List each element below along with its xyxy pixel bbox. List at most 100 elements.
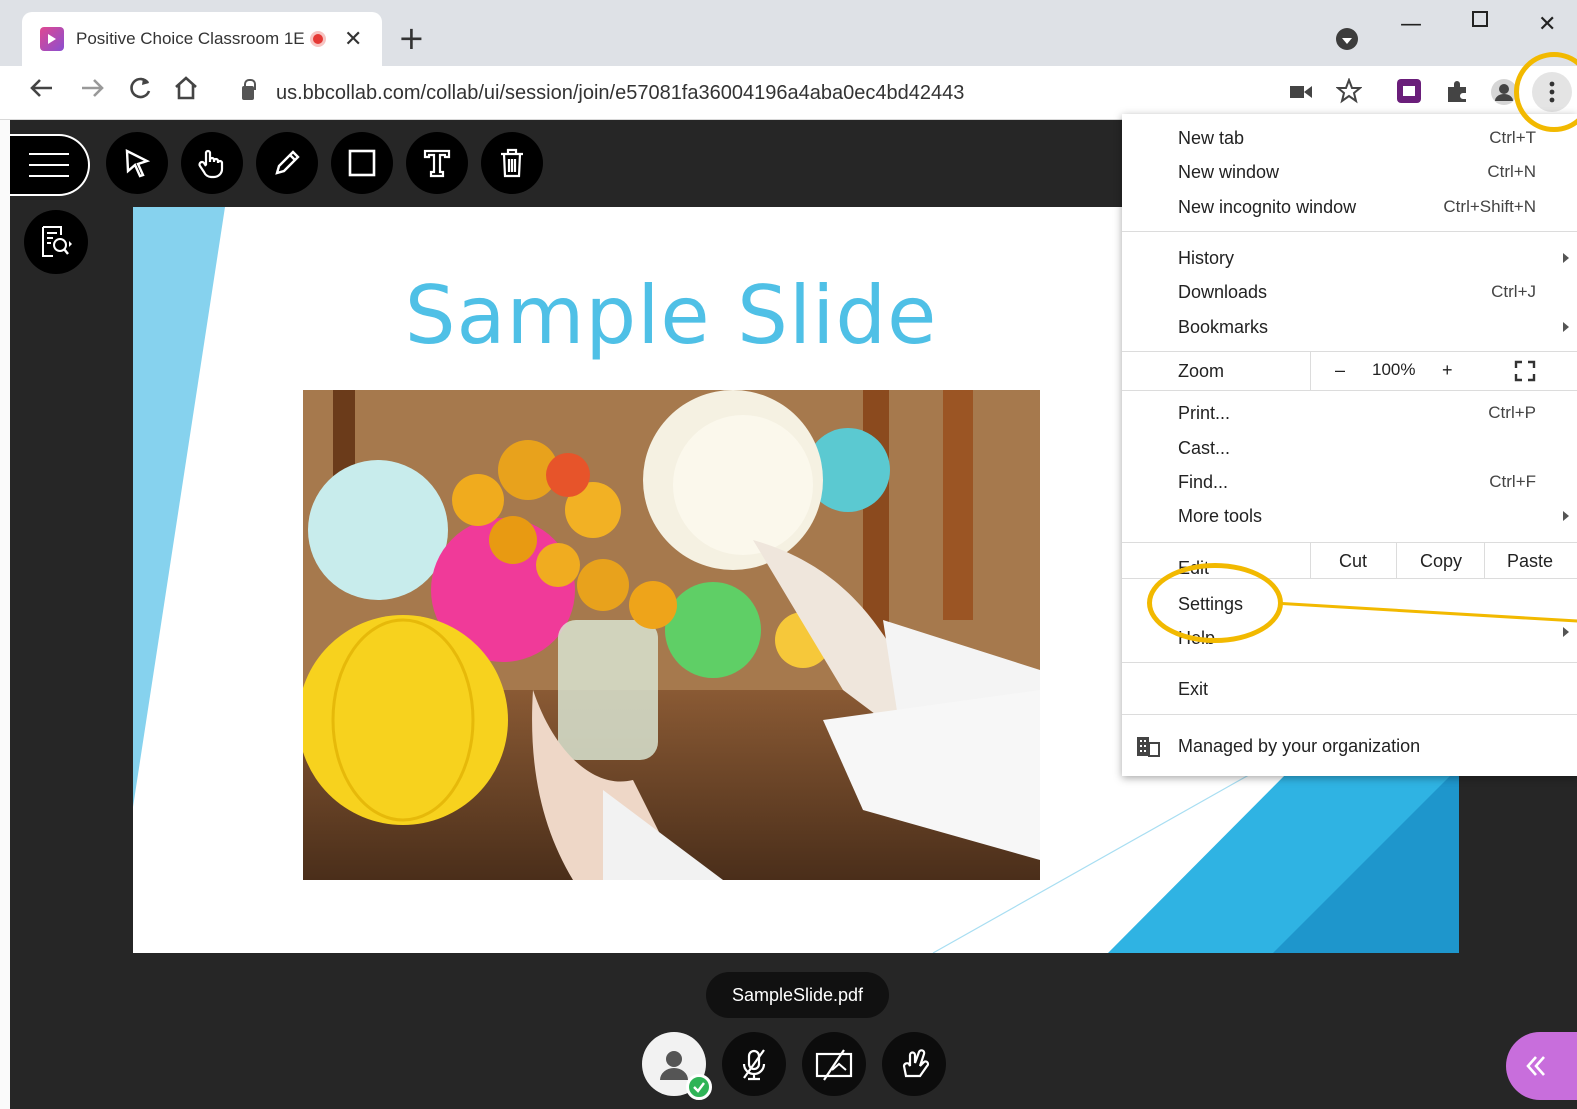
lock-icon <box>242 79 256 100</box>
menu-item-label: Zoom <box>1178 360 1225 381</box>
zoom-level: 100% <box>1372 360 1416 379</box>
menu-item-history[interactable]: History <box>1122 241 1577 275</box>
tab-close-icon[interactable]: ✕ <box>344 27 362 52</box>
menu-item-shortcut: Ctrl+P <box>1488 403 1536 422</box>
new-tab-button[interactable]: + <box>398 18 425 58</box>
paste-button[interactable]: Paste <box>1507 551 1553 572</box>
recording-indicator-icon <box>310 31 326 47</box>
menu-item-cast[interactable]: Cast... <box>1122 431 1577 465</box>
menu-item-managed[interactable]: Managed by your organization <box>1122 729 1577 763</box>
menu-item-shortcut: Ctrl+N <box>1487 162 1536 181</box>
chrome-menu: New tab Ctrl+T New window Ctrl+N New inc… <box>1122 114 1577 776</box>
menu-item-more-tools[interactable]: More tools <box>1122 499 1577 533</box>
menu-cell-separator <box>1310 352 1311 390</box>
reload-icon[interactable] <box>126 74 154 111</box>
file-search-icon <box>42 226 72 257</box>
menu-separator <box>1122 662 1577 663</box>
browser-tab[interactable]: Positive Choice Classroom 1E ✕ <box>22 12 382 66</box>
minimize-icon[interactable]: — <box>1400 10 1422 40</box>
hamburger-icon <box>29 153 69 177</box>
hand-icon <box>198 149 224 179</box>
menu-item-label: Managed by your organization <box>1178 735 1421 756</box>
menu-item-label: Exit <box>1178 678 1209 699</box>
menu-item-zoom: Zoom <box>1122 354 1577 388</box>
url-text: us.bbcollab.com/collab/ui/session/join/e… <box>276 81 965 104</box>
menu-item-shortcut: Ctrl+Shift+N <box>1443 197 1536 216</box>
bookmark-star-icon[interactable] <box>1335 77 1363 108</box>
menu-item-label: Cast... <box>1178 437 1231 458</box>
pointer-icon <box>125 149 151 178</box>
menu-cell-separator <box>1484 542 1485 578</box>
menu-item-label: New window <box>1178 161 1280 182</box>
menu-item-label: More tools <box>1178 505 1263 526</box>
slide-title: Sample Slide <box>404 269 938 362</box>
fullscreen-icon[interactable] <box>1514 360 1536 387</box>
home-icon[interactable] <box>172 74 200 111</box>
browse-files-button[interactable] <box>24 210 88 274</box>
available-check-icon <box>686 1074 712 1100</box>
menu-item-shortcut: Ctrl+F <box>1489 472 1536 491</box>
window-close-icon[interactable]: ✕ <box>1538 10 1556 40</box>
tab-search-icon[interactable] <box>1336 28 1358 50</box>
extensions-puzzle-icon[interactable] <box>1444 78 1470 108</box>
menu-cell-separator <box>1396 542 1397 578</box>
microphone-toggle-button[interactable] <box>722 1032 786 1096</box>
menu-item-new-tab[interactable]: New tab Ctrl+T <box>1122 121 1577 155</box>
raise-hand-button[interactable] <box>882 1032 946 1096</box>
raise-hand-icon <box>902 1049 930 1078</box>
pen-tool-button[interactable] <box>256 132 318 194</box>
tab-title: Positive Choice Classroom 1E <box>76 29 305 48</box>
maximize-icon[interactable] <box>1470 8 1490 38</box>
menu-item-label: Find... <box>1178 471 1229 492</box>
menu-item-label: History <box>1178 247 1235 268</box>
extension-app-icon[interactable] <box>1396 78 1422 108</box>
pointer-tool-button[interactable] <box>106 132 168 194</box>
settings-highlight <box>1147 563 1283 643</box>
flowers-image <box>303 390 1040 880</box>
menu-separator <box>1122 542 1577 543</box>
menu-item-shortcut: Ctrl+J <box>1491 282 1536 301</box>
shape-tool-button[interactable] <box>331 132 393 194</box>
menu-item-shortcut: Ctrl+T <box>1489 128 1536 147</box>
camera-in-use-icon[interactable] <box>1290 84 1312 104</box>
pencil-icon <box>275 150 300 175</box>
copy-button[interactable]: Copy <box>1420 551 1462 572</box>
menu-item-label: Bookmarks <box>1178 316 1269 337</box>
pan-tool-button[interactable] <box>181 132 243 194</box>
menu-item-downloads[interactable]: Downloads Ctrl+J <box>1122 275 1577 309</box>
menu-item-exit[interactable]: Exit <box>1122 672 1577 706</box>
menu-separator <box>1122 390 1577 391</box>
clear-tool-button[interactable] <box>481 132 543 194</box>
menu-item-print[interactable]: Print... Ctrl+P <box>1122 396 1577 430</box>
zoom-in-button[interactable]: + <box>1442 360 1453 381</box>
collaborate-panel-button[interactable] <box>1506 1032 1577 1100</box>
back-arrow-icon[interactable] <box>28 74 56 111</box>
menu-item-new-incognito-window[interactable]: New incognito window Ctrl+Shift+N <box>1122 190 1577 224</box>
menu-item-find[interactable]: Find... Ctrl+F <box>1122 465 1577 499</box>
square-icon <box>348 149 376 177</box>
camera-off-icon <box>815 1049 853 1081</box>
submenu-arrow-icon <box>1563 511 1569 521</box>
collaborate-favicon-icon <box>40 27 64 51</box>
window-border <box>0 120 10 1109</box>
session-menu-button[interactable] <box>10 134 90 196</box>
forward-arrow-icon[interactable] <box>78 74 106 111</box>
text-icon <box>423 149 451 178</box>
trash-icon <box>501 148 523 178</box>
menu-item-label: Print... <box>1178 402 1231 423</box>
tab-strip: Positive Choice Classroom 1E ✕ + — ✕ <box>0 0 1577 66</box>
double-chevron-left-icon <box>1526 1056 1545 1076</box>
menu-item-new-window[interactable]: New window Ctrl+N <box>1122 155 1577 189</box>
text-tool-button[interactable] <box>406 132 468 194</box>
menu-item-label: New tab <box>1178 127 1245 148</box>
zoom-out-button[interactable]: – <box>1335 360 1345 381</box>
submenu-arrow-icon <box>1563 627 1569 637</box>
cut-button[interactable]: Cut <box>1339 551 1367 572</box>
flowers-photo <box>303 390 1040 880</box>
address-bar[interactable]: us.bbcollab.com/collab/ui/session/join/e… <box>222 72 1282 114</box>
submenu-arrow-icon <box>1563 253 1569 263</box>
submenu-arrow-icon <box>1563 322 1569 332</box>
my-status-button[interactable] <box>642 1032 712 1100</box>
camera-toggle-button[interactable] <box>802 1032 866 1096</box>
menu-item-bookmarks[interactable]: Bookmarks <box>1122 310 1577 344</box>
